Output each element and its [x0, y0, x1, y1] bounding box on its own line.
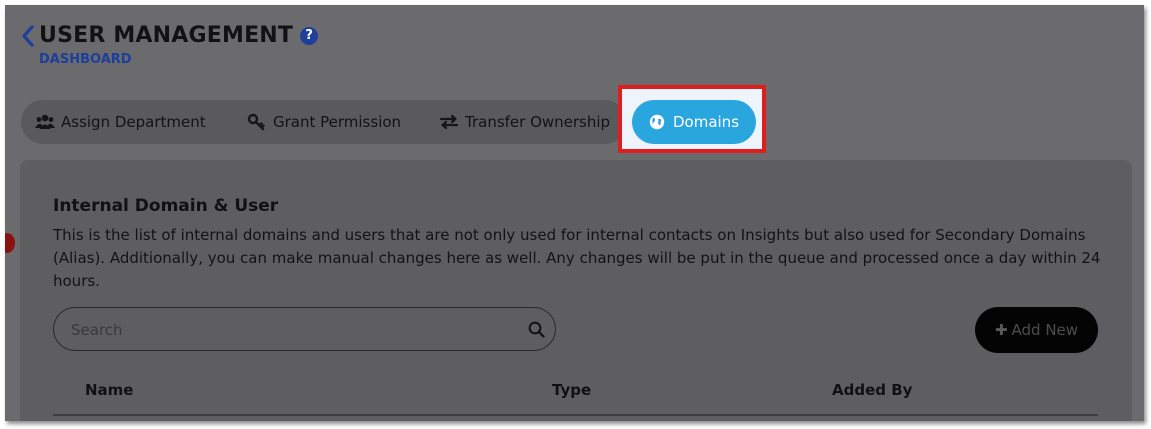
app-window: USER MANAGEMENT ? DASHBOARD Assign Depar…	[5, 5, 1144, 421]
search-input[interactable]	[69, 308, 513, 352]
tab-label: Grant Permission	[273, 113, 402, 131]
table-header-divider	[53, 414, 1098, 416]
tab-transfer-ownership[interactable]: Transfer Ownership	[439, 100, 610, 144]
domains-card: Internal Domain & User This is the list …	[20, 160, 1132, 421]
tab-label: Domains	[672, 113, 740, 131]
column-header-name: Name	[85, 381, 134, 399]
chevron-left-icon[interactable]	[20, 24, 36, 48]
tab-assign-department[interactable]: Assign Department	[35, 100, 206, 144]
title-row: USER MANAGEMENT ?	[20, 23, 319, 48]
tab-domains[interactable]: Domains	[632, 100, 756, 144]
page-title: USER MANAGEMENT	[39, 23, 294, 48]
column-header-added-by: Added By	[832, 381, 913, 399]
help-icon[interactable]: ?	[300, 26, 319, 45]
add-new-label: Add New	[1011, 321, 1079, 339]
tab-label: Transfer Ownership	[465, 113, 611, 131]
tab-grant-permission[interactable]: Grant Permission	[247, 100, 401, 144]
section-title: Internal Domain & User	[53, 196, 279, 216]
globe-icon	[649, 114, 665, 130]
add-new-button[interactable]: ✚ Add New	[975, 307, 1098, 353]
tab-label: Assign Department	[61, 113, 206, 131]
column-header-type: Type	[552, 381, 592, 399]
key-icon	[247, 113, 265, 131]
section-description: This is the list of internal domains and…	[53, 226, 1101, 290]
users-icon	[35, 114, 55, 129]
transfer-icon	[439, 114, 459, 130]
tab-bar: Assign Department Grant Permission Trans…	[21, 100, 627, 144]
page-header: USER MANAGEMENT ? DASHBOARD	[20, 23, 319, 67]
plus-icon: ✚	[994, 321, 1008, 339]
search-box	[53, 307, 556, 352]
notification-dot[interactable]	[5, 233, 15, 253]
search-icon[interactable]	[528, 321, 545, 338]
breadcrumb-dashboard[interactable]: DASHBOARD	[39, 52, 318, 67]
